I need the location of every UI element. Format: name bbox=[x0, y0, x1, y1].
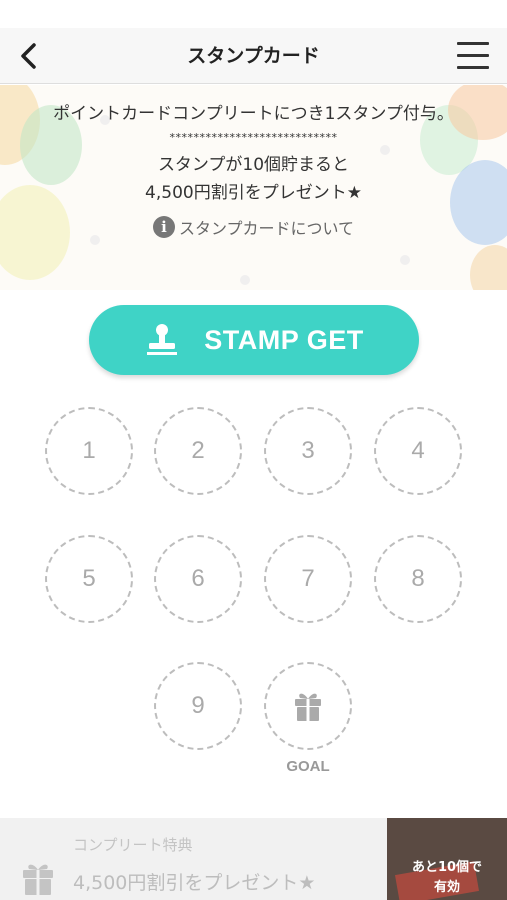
reward-thumbnail: あと10個で 有効 bbox=[387, 818, 507, 900]
page-title: スタンプカード bbox=[187, 45, 320, 67]
stamp-slot: 8 bbox=[374, 535, 462, 623]
stamp-slot-number: 2 bbox=[191, 437, 205, 464]
stamp-slot-number: 6 bbox=[191, 565, 205, 592]
stamp-slot-number: 9 bbox=[191, 692, 205, 719]
stamp-slot-number: 7 bbox=[301, 565, 315, 592]
stamp-slot: 7 bbox=[264, 535, 352, 623]
stamp-slot-number: 5 bbox=[82, 565, 96, 592]
stamp-slot: 3 bbox=[264, 407, 352, 495]
hero-reward: 4,500円割引をプレゼント★ bbox=[145, 183, 362, 203]
reward-description: 4,500円割引をプレゼント★ bbox=[73, 872, 316, 894]
gift-icon bbox=[295, 693, 321, 721]
gift-icon bbox=[23, 864, 53, 895]
hero-text: ポイントカードコンプリートにつき1スタンプ付与。 ***************… bbox=[0, 101, 507, 239]
hamburger-icon-bar bbox=[457, 42, 489, 45]
nav-bar: スタンプカード bbox=[0, 28, 507, 84]
about-stamp-card-label: スタンプカードについて bbox=[178, 219, 355, 238]
complete-reward-bar[interactable]: コンプリート特典 4,500円割引をプレゼント★ あと10個で 有効 bbox=[0, 818, 507, 900]
stamp-icon bbox=[147, 324, 178, 355]
status-bar bbox=[0, 0, 507, 28]
hero-condition: スタンプが10個貯まると bbox=[157, 155, 350, 175]
reward-subtitle: コンプリート特典 bbox=[73, 836, 193, 854]
hero-description: ポイントカードコンプリートにつき1スタンプ付与。 bbox=[53, 104, 454, 124]
confetti-dot bbox=[400, 255, 410, 265]
hamburger-icon-bar bbox=[457, 66, 489, 69]
stamp-slot: 6 bbox=[154, 535, 242, 623]
stamp-slot: 2 bbox=[154, 407, 242, 495]
goal-slot bbox=[264, 662, 352, 750]
badge-line-2: 有効 bbox=[433, 880, 460, 895]
stamp-slot: 1 bbox=[45, 407, 133, 495]
stamp-slot-number: 4 bbox=[411, 437, 425, 464]
menu-button[interactable] bbox=[457, 42, 489, 70]
hamburger-icon-bar bbox=[457, 54, 489, 57]
balloon-decoration bbox=[470, 245, 507, 290]
info-icon: i bbox=[152, 216, 175, 238]
badge-line-1: あと10個で bbox=[411, 860, 483, 875]
stamp-slot-number: 8 bbox=[411, 565, 425, 592]
stamp-slot: 9 bbox=[154, 662, 242, 750]
stamp-slot-number: 3 bbox=[301, 437, 315, 464]
reward-status-badge: あと10個で 有効 bbox=[387, 858, 507, 898]
confetti-dot bbox=[240, 275, 250, 285]
stamp-get-button[interactable]: STAMP GET bbox=[89, 305, 419, 375]
goal-label: GOAL bbox=[286, 758, 330, 775]
stamp-slot: 5 bbox=[45, 535, 133, 623]
stamp-slot: 4 bbox=[374, 407, 462, 495]
about-stamp-card-link[interactable]: i スタンプカードについて bbox=[152, 215, 355, 239]
hero-banner: ポイントカードコンプリートにつき1スタンプ付与。 ***************… bbox=[0, 85, 507, 290]
stamp-slot-number: 1 bbox=[82, 437, 96, 464]
stamp-get-label: STAMP GET bbox=[204, 324, 364, 355]
hero-separator: **************************** bbox=[169, 131, 338, 144]
